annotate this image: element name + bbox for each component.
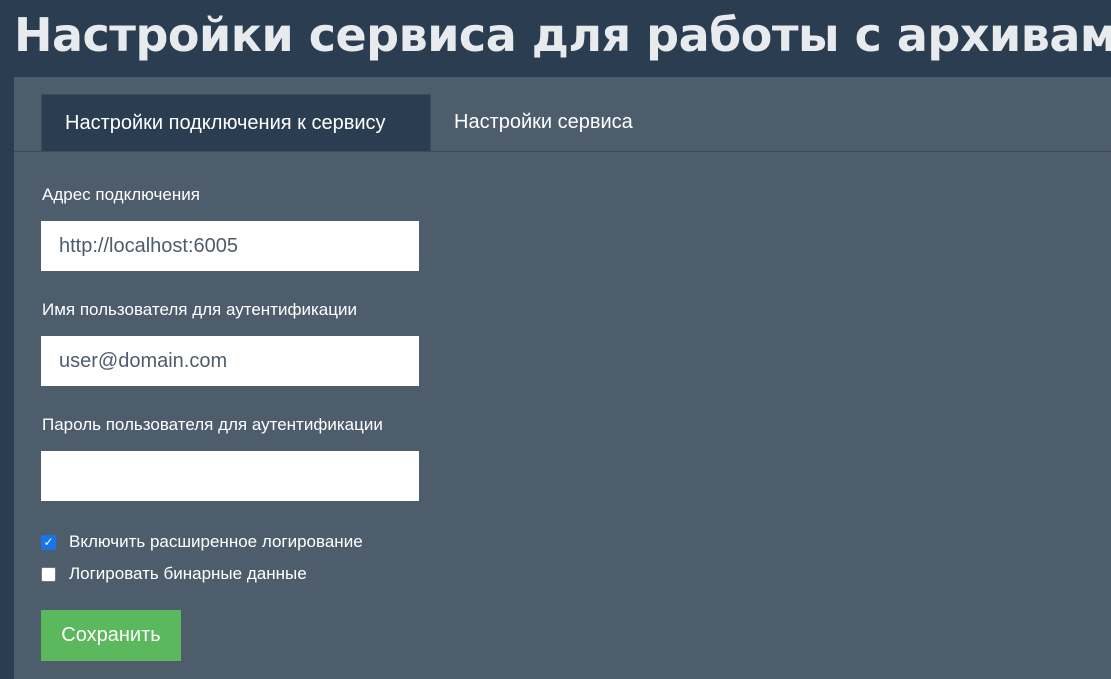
binary-logging-checkbox-row[interactable]: Логировать бинарные данные: [41, 564, 307, 584]
username-label: Имя пользователя для аутентификации: [42, 300, 357, 319]
address-label: Адрес подключения: [42, 185, 200, 204]
page-title: Настройки сервиса для работы с архивами: [14, 8, 1111, 62]
binary-logging-checkbox[interactable]: [41, 566, 56, 582]
checkmark-icon: ✓: [43, 535, 54, 549]
tab-service-settings[interactable]: Настройки сервиса: [454, 94, 633, 151]
settings-panel: Настройки подключения к сервису Настройк…: [14, 77, 1111, 679]
save-button[interactable]: Сохранить: [41, 610, 181, 661]
password-input[interactable]: [41, 451, 419, 501]
extended-logging-checkbox[interactable]: ✓: [41, 534, 56, 550]
extended-logging-label[interactable]: Включить расширенное логирование: [69, 532, 363, 552]
tab-connection-settings[interactable]: Настройки подключения к сервису: [41, 94, 431, 151]
username-input[interactable]: [41, 336, 419, 386]
address-input[interactable]: [41, 221, 419, 271]
extended-logging-checkbox-row[interactable]: ✓ Включить расширенное логирование: [41, 532, 363, 552]
tab-bar: Настройки подключения к сервису Настройк…: [14, 77, 1111, 152]
binary-logging-label[interactable]: Логировать бинарные данные: [69, 564, 307, 584]
password-label: Пароль пользователя для аутентификации: [42, 415, 383, 434]
